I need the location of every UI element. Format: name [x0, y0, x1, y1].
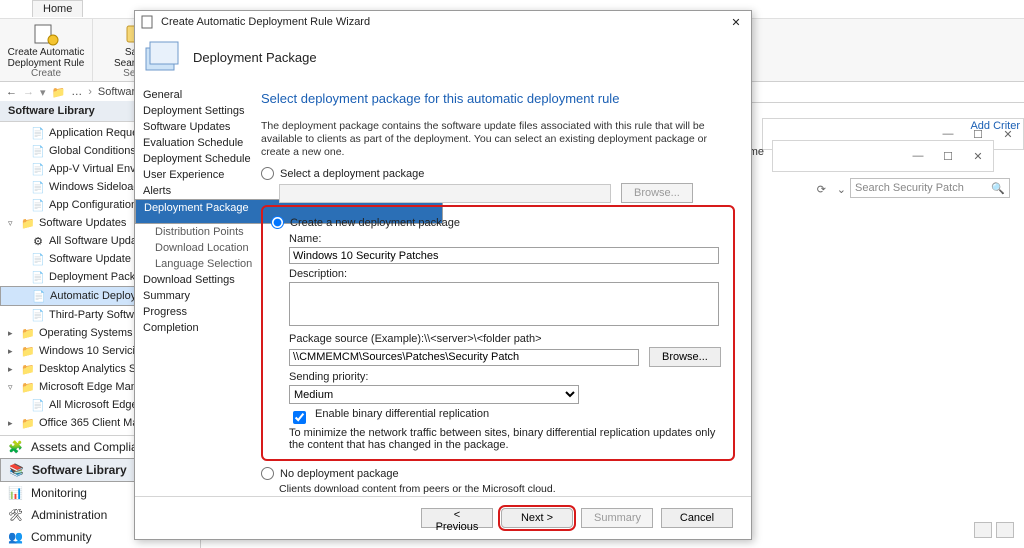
- radio-create-label: Create a new deployment package: [290, 217, 460, 229]
- wizard-step[interactable]: User Experience: [135, 167, 253, 183]
- create-package-section: Create a new deployment package Name: De…: [261, 205, 735, 461]
- wizard-step[interactable]: Software Updates: [135, 119, 253, 135]
- doc-icon: [31, 163, 45, 175]
- refresh-icon[interactable]: ⟳: [817, 183, 826, 196]
- folder-icon: [21, 217, 35, 229]
- dialog-titlebar[interactable]: Create Automatic Deployment Rule Wizard …: [135, 11, 751, 33]
- gear-icon: [31, 235, 45, 247]
- description-label: Description:: [289, 268, 725, 280]
- no-package-hint: Clients download content from peers or t…: [279, 483, 735, 495]
- background-window-2: —☐✕: [772, 140, 994, 172]
- doc-icon: [31, 271, 45, 283]
- intro-text: The deployment package contains the soft…: [261, 120, 735, 159]
- doc-icon: [31, 181, 45, 193]
- radio-select-label: Select a deployment package: [280, 168, 424, 180]
- name-label: Name:: [289, 233, 725, 245]
- doc-icon: [31, 399, 45, 411]
- wizard-step[interactable]: Language Selection: [135, 256, 253, 272]
- wunderbar-icon: 👥: [8, 530, 23, 544]
- add-criteria-link[interactable]: Add Criter: [970, 120, 1020, 132]
- wunderbar-icon: 📊: [8, 486, 23, 500]
- search-icon[interactable]: 🔍: [991, 182, 1005, 195]
- radio-select-package[interactable]: [261, 167, 274, 180]
- package-icon: [143, 38, 183, 76]
- adr-wizard-dialog: Create Automatic Deployment Rule Wizard …: [134, 10, 752, 540]
- create-adr-button[interactable]: Create Automatic Deployment Rule: [6, 21, 86, 69]
- breadcrumb-back-icon[interactable]: ←: [6, 86, 17, 98]
- breadcrumb-fwd-icon: →: [23, 86, 34, 98]
- view-toggle[interactable]: [974, 522, 1014, 538]
- package-name-input[interactable]: [289, 247, 719, 264]
- package-source-input[interactable]: [289, 349, 639, 366]
- ribbon-tab-home[interactable]: Home: [32, 0, 83, 17]
- wizard-footer: < Previous Next > Summary Cancel: [135, 496, 751, 539]
- cancel-button[interactable]: Cancel: [661, 508, 733, 528]
- close-icon[interactable]: ✕: [727, 16, 745, 29]
- next-button[interactable]: Next >: [501, 508, 573, 528]
- dialog-title: Create Automatic Deployment Rule Wizard: [161, 16, 370, 28]
- wizard-step[interactable]: Distribution Points: [135, 224, 253, 240]
- wizard-step[interactable]: Evaluation Schedule: [135, 135, 253, 151]
- banner-title: Deployment Package: [193, 50, 317, 65]
- page-heading: Select deployment package for this autom…: [261, 91, 735, 106]
- source-label: Package source (Example):\\<server>\<fol…: [289, 333, 725, 345]
- folder-icon: [21, 345, 35, 357]
- doc-icon: [31, 127, 45, 139]
- wunderbar-icon: 🧩: [8, 440, 23, 454]
- binary-diff-hint: To minimize the network traffic between …: [289, 427, 725, 451]
- browse-existing-button: Browse...: [621, 183, 693, 203]
- folder-icon: [21, 417, 35, 429]
- summary-button: Summary: [581, 508, 653, 528]
- search-input[interactable]: Search Security Patch 🔍: [850, 178, 1010, 198]
- wizard-steps[interactable]: GeneralDeployment SettingsSoftware Updat…: [135, 83, 253, 497]
- wizard-step[interactable]: General: [135, 87, 253, 103]
- binary-diff-label: Enable binary differential replication: [315, 408, 489, 420]
- folder-icon: [21, 327, 35, 339]
- previous-button[interactable]: < Previous: [421, 508, 493, 528]
- wizard-step[interactable]: Progress: [135, 304, 253, 320]
- radio-no-package-label: No deployment package: [280, 468, 399, 480]
- doc-icon: [31, 253, 45, 265]
- doc-icon: [31, 199, 45, 211]
- sending-priority-select[interactable]: Medium: [289, 385, 579, 404]
- folder-icon: [52, 86, 66, 99]
- wunderbar-icon: 📚: [9, 463, 24, 477]
- priority-label: Sending priority:: [289, 371, 725, 383]
- browse-source-button[interactable]: Browse...: [649, 347, 721, 367]
- wizard-step[interactable]: Completion: [135, 320, 253, 336]
- wunderbar-icon: 🛠: [8, 508, 23, 522]
- wizard-step[interactable]: Deployment Settings: [135, 103, 253, 119]
- existing-package-field: [279, 184, 611, 203]
- ribbon-group-create: Create: [31, 68, 61, 79]
- wizard-step[interactable]: Deployment Schedule: [135, 151, 253, 167]
- doc-icon: [31, 145, 45, 157]
- chevron-down-icon[interactable]: ⌄: [837, 183, 846, 196]
- binary-diff-checkbox[interactable]: [293, 411, 306, 424]
- wizard-content: Select deployment package for this autom…: [253, 83, 751, 497]
- doc-icon: [31, 309, 45, 321]
- wizard-icon: [141, 15, 155, 29]
- minimize-icon[interactable]: —: [933, 128, 963, 141]
- radio-create-package[interactable]: [271, 216, 284, 229]
- wizard-step[interactable]: Summary: [135, 288, 253, 304]
- radio-no-package[interactable]: [261, 467, 274, 480]
- wizard-step[interactable]: Download Location: [135, 240, 253, 256]
- folder-icon: [21, 363, 35, 375]
- wizard-step[interactable]: Download Settings: [135, 272, 253, 288]
- wizard-step[interactable]: Alerts: [135, 183, 253, 199]
- description-input[interactable]: [289, 282, 719, 326]
- doc-icon: [32, 290, 46, 302]
- folder-icon: [21, 381, 35, 393]
- rule-wizard-icon: [32, 21, 60, 47]
